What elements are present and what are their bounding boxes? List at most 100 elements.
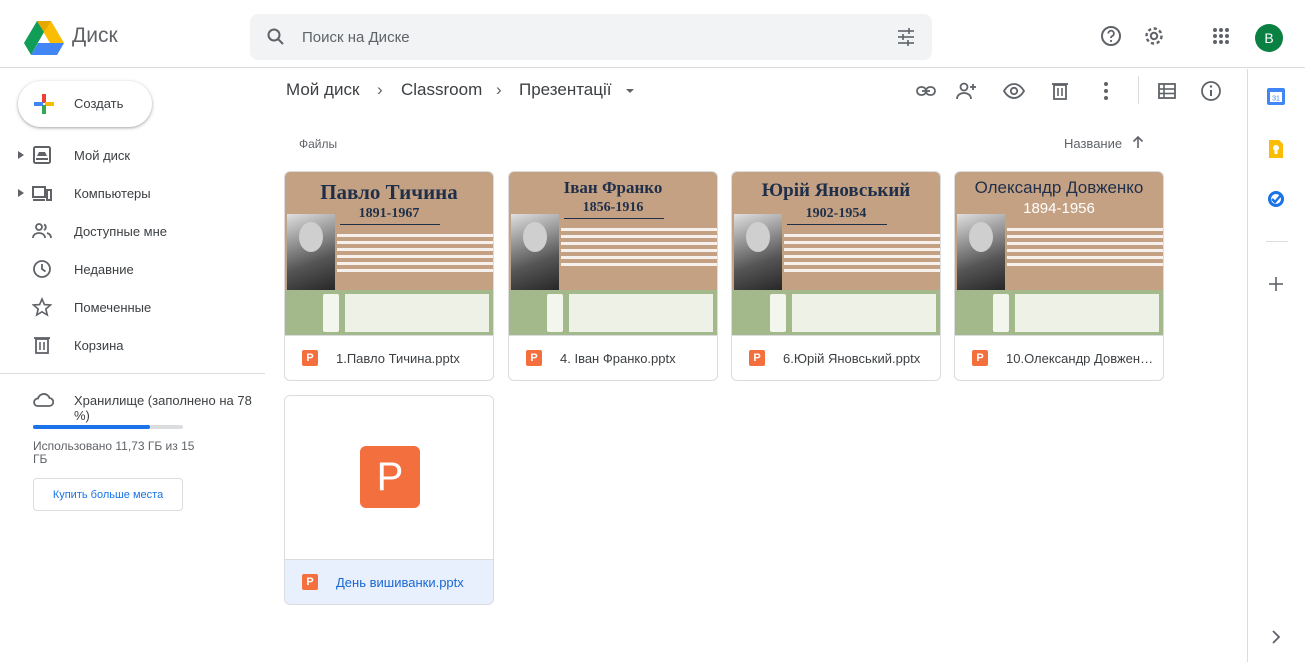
file-card-footer: P 4. Іван Франко.pptx [509,335,717,380]
trash-icon [34,337,50,354]
drive-logo-icon[interactable] [24,20,64,56]
powerpoint-file-icon: P [526,350,542,366]
starred-icon [32,297,52,317]
thumbnail-text-block [1007,224,1163,284]
file-thumbnail: Іван Франко 1856-1916 [509,172,717,335]
search-options-icon[interactable] [896,27,916,47]
apps-grid-icon[interactable] [1209,24,1233,48]
computers-icon [32,186,52,201]
add-addon-plus-icon[interactable] [1266,274,1286,294]
create-label: Создать [74,96,124,111]
cloud-icon [33,393,54,407]
storage-label: Хранилище (заполнено на 78 %) [74,393,252,423]
search-bar[interactable] [250,14,932,60]
shared-with-me-icon [32,223,52,239]
sidebar-item-recent[interactable]: Недавние [0,253,265,285]
file-name: 6.Юрій Яновський.pptx [783,351,921,366]
side-panel-rail: 31 [1247,69,1305,662]
search-icon[interactable] [266,27,286,47]
sidebar-item-storage[interactable]: Хранилище (заполнено на 78 %) [0,384,265,423]
sidebar-item-label: Компьютеры [74,186,151,201]
file-card-footer: P 10.Олександр Довженко.pptx [955,335,1163,380]
file-card-footer: P День вишиванки.pptx [285,559,493,604]
file-name: 1.Павло Тичина.pptx [336,351,460,366]
storage-progress-fill [33,425,150,429]
calendar-icon[interactable]: 31 [1266,86,1286,106]
file-card[interactable]: Павло Тичина 1891-1967 P 1.Павло Тичина.… [284,171,494,381]
toolbar-divider [1138,76,1139,104]
thumbnail-text-block [337,230,493,290]
settings-gear-icon[interactable] [1142,24,1166,48]
thumbnail-rule [340,224,440,225]
portrait-image [734,214,782,294]
details-info-icon[interactable] [1200,80,1222,102]
thumbnail-green-strip [509,290,717,335]
sidebar-item-starred[interactable]: Помеченные [0,291,265,323]
powerpoint-large-icon: P [360,446,420,508]
sidebar-item-computers[interactable]: Компьютеры [0,177,265,209]
thumbnail-title: Олександр Довженко [974,178,1144,197]
recent-icon [33,260,51,278]
expand-arrow-icon[interactable] [16,150,26,160]
file-thumbnail: Павло Тичина 1891-1967 [285,172,493,335]
powerpoint-file-icon: P [302,350,318,366]
app-name: Диск [72,24,118,47]
powerpoint-file-icon: P [302,574,318,590]
thumbnail-green-strip [955,290,1163,335]
share-add-person-icon[interactable] [956,80,978,102]
sidebar-item-shared-with-me[interactable]: Доступные мне [0,215,265,247]
sidebar-divider [0,373,265,374]
portrait-image [957,214,1005,294]
sort-ascending-arrow-icon[interactable] [1131,135,1145,149]
account-avatar[interactable]: B [1255,24,1283,52]
sidebar-item-my-drive[interactable]: Мой диск [0,139,265,171]
files-section-label: Файлы [299,137,338,151]
top-bar: Диск B [0,0,1305,68]
breadcrumb-current-folder[interactable]: Презентації [519,80,612,100]
help-icon[interactable] [1099,24,1123,48]
folder-menu-chevron-icon[interactable] [625,86,635,96]
sidebar-item-label: Корзина [74,338,124,353]
rail-divider [1266,241,1288,242]
portrait-image [511,214,559,294]
storage-used-text: Использовано 11,73 ГБ из 15 ГБ [33,439,195,466]
svg-text:31: 31 [1272,96,1280,103]
breadcrumb-my-drive[interactable]: Мой диск [286,80,359,100]
file-card[interactable]: Іван Франко 1856-1916 P 4. Іван Франко.p… [508,171,718,381]
breadcrumb-classroom[interactable]: Classroom [401,80,482,100]
file-thumbnail: Юрій Яновський 1902-1954 [732,172,940,335]
powerpoint-file-icon: P [972,350,988,366]
sidebar-item-label: Мой диск [74,148,131,163]
file-card[interactable]: Юрій Яновський 1902-1954 P 6.Юрій Яновсь… [731,171,941,381]
plus-icon [34,94,54,114]
sidebar-item-trash[interactable]: Корзина [0,329,265,361]
preview-eye-icon[interactable] [1003,80,1025,102]
more-actions-icon[interactable] [1095,80,1117,102]
breadcrumb-separator-icon: › [377,80,383,99]
list-view-icon[interactable] [1156,80,1178,102]
file-card-footer: P 6.Юрій Яновський.pptx [732,335,940,380]
powerpoint-file-icon: P [749,350,765,366]
file-card-footer: P 1.Павло Тичина.pptx [285,335,493,380]
delete-trash-icon[interactable] [1049,80,1071,102]
expand-arrow-icon[interactable] [16,188,26,198]
file-card-selected[interactable]: P P День вишиванки.pptx [284,395,494,605]
file-name: День вишиванки.pptx [336,575,464,590]
tasks-icon[interactable] [1266,189,1286,209]
thumbnail-title: Іван Франко [563,178,663,197]
file-thumbnail: Олександр Довженко 1894-1956 [955,172,1163,335]
keep-notes-icon[interactable] [1266,139,1286,159]
portrait-image [287,214,335,294]
file-card[interactable]: Олександр Довженко 1894-1956 P 10.Олекса… [954,171,1164,381]
thumbnail-title: Юрій Яновський [761,180,911,201]
thumbnail-text-block [561,224,717,284]
expand-panel-chevron-icon[interactable] [1266,627,1286,647]
create-button[interactable]: Создать [18,81,152,127]
sidebar-item-label: Недавние [74,262,134,277]
storage-progress-bar [33,425,183,429]
get-link-icon[interactable] [915,80,937,102]
file-name: 10.Олександр Довженко.pptx [1006,351,1156,366]
search-input[interactable] [302,24,862,50]
buy-storage-button[interactable]: Купить больше места [33,478,183,511]
sort-by-name-button[interactable]: Название [1064,136,1122,151]
